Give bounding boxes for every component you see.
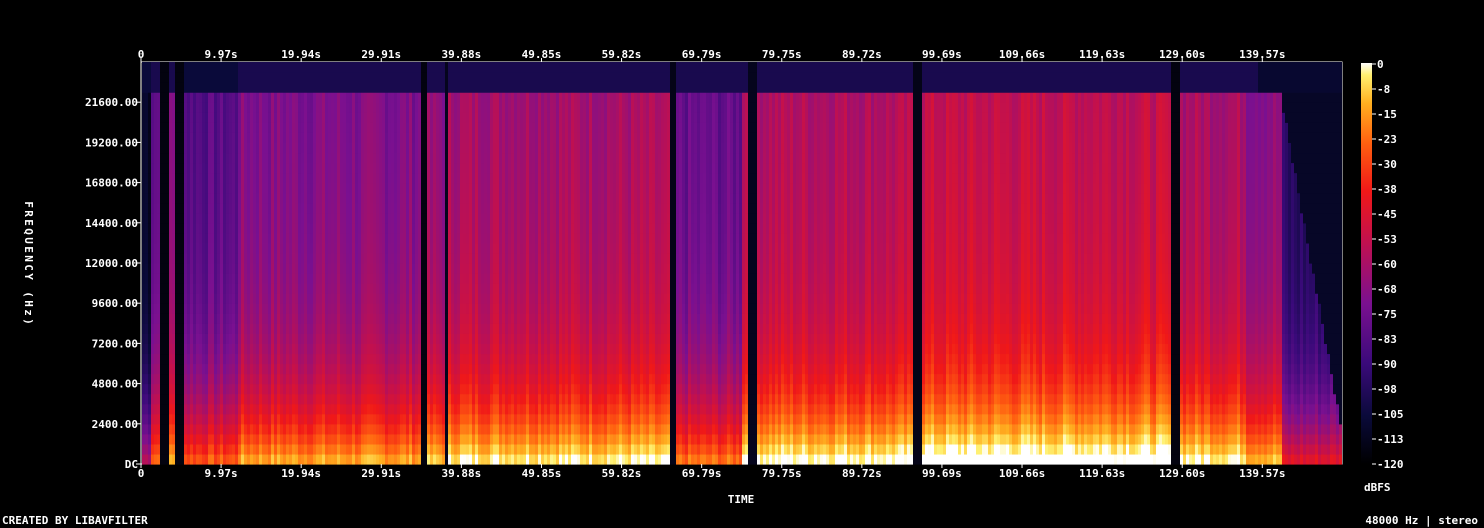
x-tick-label-bottom: 99.69s	[922, 467, 962, 480]
spectrogram-image	[142, 62, 1342, 465]
x-tick-label-bottom: 49.85s	[522, 467, 562, 480]
x-tick-label-bottom: 19.94s	[281, 467, 321, 480]
y-tick-label: DC	[125, 458, 138, 471]
x-tick-label-top: 29.91s	[361, 48, 401, 61]
y-label-char: C	[22, 264, 35, 271]
x-tick-label-top: 19.94s	[281, 48, 321, 61]
y-axis-label: FREQUENCY (Hz)	[22, 201, 35, 325]
colorbar-label: dBFS	[1364, 481, 1391, 494]
x-tick-label-top: 39.88s	[441, 48, 481, 61]
y-label-char: Y	[22, 273, 35, 280]
spectrogram-chart: 0 9.97s 19.94s 29.91s 39.88s 49.85s 59.82s 69.7…	[22, 48, 1404, 506]
y-axis: DC 2400.00 4800.00 7200.00 9600.00 12000.00 14…	[85, 96, 141, 471]
colorbar-tick-label: -113	[1377, 433, 1404, 446]
y-label-char: U	[22, 237, 35, 244]
x-tick-label-top: 119.63s	[1079, 48, 1125, 61]
y-label-char: N	[22, 255, 35, 262]
x-axis-bottom: 0 9.97s 19.94s 29.91s 39.88s 49.85s 59.82s 69.7…	[138, 464, 1285, 480]
y-label-char: E	[22, 246, 35, 253]
colorbar-tick-label: -8	[1377, 83, 1390, 96]
footer-format: 48000 Hz | stereo	[1365, 514, 1478, 527]
colorbar-tick-label: -30	[1377, 158, 1397, 171]
y-tick-label: 7200.00	[92, 337, 138, 350]
x-tick-label-bottom: 139.57s	[1239, 467, 1285, 480]
x-tick-label-top: 89.72s	[842, 48, 882, 61]
x-tick-label-bottom: 69.79s	[682, 467, 722, 480]
colorbar-tick-label: -75	[1377, 308, 1397, 321]
colorbar-tick-label: -53	[1377, 233, 1397, 246]
x-tick-label-top: 49.85s	[522, 48, 562, 61]
x-tick-label-bottom: 29.91s	[361, 467, 401, 480]
colorbar-tick-label: -90	[1377, 358, 1397, 371]
y-label-char: R	[22, 210, 35, 217]
x-axis-label: TIME	[728, 493, 755, 506]
x-tick-label-bottom: 9.97s	[205, 467, 238, 480]
colorbar-tick-label: -68	[1377, 283, 1397, 296]
footer-credit: CREATED BY LIBAVFILTER	[2, 514, 148, 527]
x-tick-label-bottom: 39.88s	[441, 467, 481, 480]
y-label-char: (	[22, 291, 35, 298]
y-tick-label: 19200.00	[85, 136, 138, 149]
y-tick-label: 16800.00	[85, 177, 138, 190]
x-tick-label-top: 139.57s	[1239, 48, 1285, 61]
colorbar-tick-label: -15	[1377, 108, 1397, 121]
y-label-char: Q	[22, 228, 35, 235]
x-tick-label-bottom: 0	[138, 467, 145, 480]
y-tick-label: 4800.00	[92, 378, 138, 391]
y-label-char: H	[22, 300, 35, 307]
x-tick-label-bottom: 59.82s	[602, 467, 642, 480]
x-tick-label-bottom: 89.72s	[842, 467, 882, 480]
x-tick-label-top: 99.69s	[922, 48, 962, 61]
x-tick-label-top: 109.66s	[999, 48, 1045, 61]
x-tick-label-top: 79.75s	[762, 48, 802, 61]
colorbar-tick-label: -120	[1377, 458, 1404, 471]
y-tick-label: 14400.00	[85, 217, 138, 230]
colorbar-tick-label: -60	[1377, 258, 1397, 271]
x-tick-label-top: 0	[138, 48, 145, 61]
x-axis-top: 0 9.97s 19.94s 29.91s 39.88s 49.85s 59.82s 69.7…	[138, 48, 1285, 62]
colorbar-tick-label: -45	[1377, 208, 1397, 221]
y-label-char: z	[22, 309, 35, 316]
y-tick-label: 12000.00	[85, 257, 138, 270]
colorbar-tick-label: -83	[1377, 333, 1397, 346]
colorbar-ticks: 0 -8 -15 -23 -30 -38 -45 -53 -60 -68 -75 -83 -90 -98 -…	[1372, 58, 1404, 471]
x-tick-label-top: 9.97s	[205, 48, 238, 61]
y-tick-label: 2400.00	[92, 418, 138, 431]
y-label-char: )	[22, 318, 35, 325]
x-tick-label-top: 129.60s	[1159, 48, 1205, 61]
colorbar-tick-label: -23	[1377, 133, 1397, 146]
colorbar-tick-label: -98	[1377, 383, 1397, 396]
colorbar	[1361, 63, 1372, 464]
x-tick-label-bottom: 79.75s	[762, 467, 802, 480]
x-tick-label-bottom: 119.63s	[1079, 467, 1125, 480]
y-tick-label: 9600.00	[92, 297, 138, 310]
y-label-char: E	[22, 219, 35, 226]
x-tick-label-bottom: 109.66s	[999, 467, 1045, 480]
x-tick-label-top: 59.82s	[602, 48, 642, 61]
colorbar-tick-label: -38	[1377, 183, 1397, 196]
colorbar-tick-label: 0	[1377, 58, 1384, 71]
y-tick-label: 21600.00	[85, 96, 138, 109]
x-tick-label-bottom: 129.60s	[1159, 467, 1205, 480]
x-tick-label-top: 69.79s	[682, 48, 722, 61]
y-label-char: F	[22, 201, 35, 208]
colorbar-tick-label: -105	[1377, 408, 1404, 421]
